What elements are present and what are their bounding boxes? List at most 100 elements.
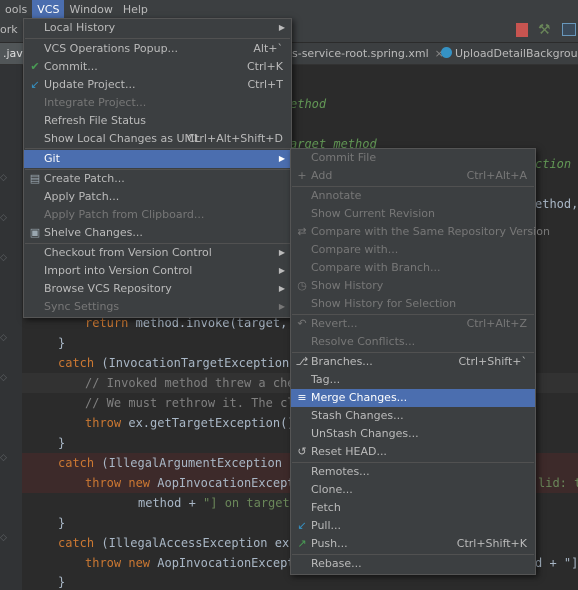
submenu-arrow-icon: ▶ [278,302,285,311]
reset-icon: ↺ [297,445,307,458]
vcs-item-local-history[interactable]: Local History ▶ [24,19,291,37]
pull-icon: ↙ [297,519,307,532]
gutter [0,65,22,590]
tab-spring-xml-label: s-service-root.spring.xml [292,47,429,60]
code-brace: } [58,575,66,589]
git-item-compare-with: Compare with... [311,243,399,256]
menu-separator [25,38,290,39]
fold-marker-icon: ◇ [0,373,7,383]
vcs-item-browse-repository[interactable]: Browse VCS Repository ▶ [24,280,291,298]
vcs-item-import[interactable]: Import into Version Control ▶ [24,262,291,280]
git-item-reset-head[interactable]: ↺ Reset HEAD... [291,443,535,461]
fold-marker-icon: ◇ [0,533,7,543]
git-item-resolve-conflicts: Resolve Conflicts... [311,335,416,348]
git-item-history-selection: Show History for Selection [311,297,457,310]
git-item-rebase[interactable]: Rebase... [291,555,535,573]
menu-vcs[interactable]: VCS [32,0,65,19]
fold-marker-icon: ◇ [0,333,7,343]
fold-marker-icon: ◇ [0,173,7,183]
vcs-item-apply-patch-clipboard: Apply Patch from Clipboard... [44,208,205,221]
code-brace: } [58,436,66,450]
vcs-item-refresh-file-status[interactable]: Refresh File Status [24,112,291,130]
revert-icon: ↶ [297,317,307,330]
build-hammer-icon[interactable]: ⚒ [538,22,551,38]
fold-marker-icon: ◇ [0,213,7,223]
git-item-tag[interactable]: Tag... [291,371,535,389]
git-item-unstash-changes[interactable]: UnStash Changes... [291,425,535,443]
code-fragment: ethod, ( [535,197,578,211]
code-comment: // We must rethrow it. The clie [85,396,309,410]
push-icon: ↗ [297,537,307,550]
code-line-throw1: throw ex.getTargetException(); [85,416,302,430]
git-item-add: + Add Ctrl+Alt+A [291,167,535,185]
branch-icon: ⎇ [295,355,309,368]
patch-icon: ▤ [29,172,41,185]
vcs-item-operations-popup[interactable]: VCS Operations Popup... Alt+` [24,40,291,58]
git-item-push[interactable]: ↗ Push... Ctrl+Shift+K [291,535,535,553]
submenu-arrow-icon: ▶ [278,266,285,275]
project-structure-icon[interactable] [562,23,576,36]
menu-tools[interactable]: ools [0,0,32,19]
fold-marker-icon: ◇ [0,453,7,463]
git-item-merge-changes[interactable]: ≡ Merge Changes... [291,389,535,407]
vcs-item-create-patch[interactable]: ▤ Create Patch... [24,170,291,188]
vcs-item-commit[interactable]: ✔ Commit... Ctrl+K [24,58,291,76]
menu-window[interactable]: Window [64,0,117,19]
vcs-item-shelve-changes[interactable]: ▣ Shelve Changes... [24,224,291,242]
update-arrow-icon: ↙ [30,78,40,91]
git-item-show-history: ◷ Show History [291,277,535,295]
git-item-compare-branch: Compare with Branch... [311,261,441,274]
vcs-item-show-local-changes-uml[interactable]: Show Local Changes as UML Ctrl+Alt+Shift… [24,130,291,148]
code-line-catch1: catch (InvocationTargetException ex [58,356,311,370]
tab-upload-class[interactable]: UploadDetailBackgroundS [441,43,578,64]
code-doc-fragment: ethod [290,97,327,111]
vcs-item-apply-patch[interactable]: Apply Patch... [24,188,291,206]
code-line-catch2: catch (IllegalArgumentException ex) [58,456,311,470]
code-brace: } [58,336,66,350]
tab-upload-label: UploadDetailBackgroundS [455,47,578,60]
plus-icon: + [297,169,307,182]
git-item-branches[interactable]: ⎇ Branches... Ctrl+Shift+` [291,353,535,371]
git-item-clone[interactable]: Clone... [291,481,535,499]
merge-icon: ≡ [297,391,307,404]
menu-help[interactable]: Help [118,0,153,19]
code-line-throw2: throw new AopInvocationExceptio [85,476,309,490]
vcs-menu: Local History ▶ VCS Operations Popup... … [23,18,292,318]
toolbar-label: ork [0,23,18,36]
code-fragment: d + "] [535,556,578,570]
stop-icon[interactable] [516,23,528,37]
git-item-compare-same-version: ⇄ Compare with the Same Repository Versi… [291,223,550,241]
vcs-item-integrate-project: Integrate Project... [44,96,147,109]
code-doc-fragment: ction [535,157,572,171]
git-item-remotes[interactable]: Remotes... [291,463,535,481]
git-item-pull[interactable]: ↙ Pull... [291,517,535,535]
code-line-catch3: catch (IllegalAccessException ex) { [58,536,311,550]
submenu-arrow-icon: ▶ [278,154,285,163]
git-item-annotate: Annotate [311,189,362,202]
menu-bar: ools VCS Window Help [0,0,578,20]
code-fragment: lid: tr [538,476,578,490]
code-line-throw3: throw new AopInvocationExceptio [85,556,309,570]
git-item-revert: ↶ Revert... Ctrl+Alt+Z [291,315,535,333]
vcs-item-sync-settings: Sync Settings ▶ [24,298,291,316]
clock-icon: ◷ [297,279,307,292]
git-item-stash-changes[interactable]: Stash Changes... [291,407,535,425]
git-item-commit-file: Commit File [311,151,377,164]
vcs-item-checkout[interactable]: Checkout from Version Control ▶ [24,244,291,262]
fold-marker-icon: ◇ [0,253,7,263]
tab-java-file[interactable]: .java [0,43,30,64]
vcs-item-update-project[interactable]: ↙ Update Project... Ctrl+T [24,76,291,94]
tab-spring-xml[interactable]: s-service-root.spring.xml × [292,43,444,64]
vcs-item-git[interactable]: Git ▶ [24,150,291,168]
git-item-show-current-revision: Show Current Revision [311,207,435,220]
code-line-method: method + "] on target [ [138,496,305,510]
git-item-fetch[interactable]: Fetch [291,499,535,517]
code-comment: // Invoked method threw a check [85,376,309,390]
code-line-return: return method.invoke(target, ar [85,316,309,330]
git-submenu: Commit File + Add Ctrl+Alt+A Annotate Sh… [290,148,550,575]
submenu-arrow-icon: ▶ [278,23,285,32]
code-brace: } [58,516,66,530]
submenu-arrow-icon: ▶ [278,248,285,257]
menu-separator [25,148,290,149]
submenu-arrow-icon: ▶ [278,284,285,293]
